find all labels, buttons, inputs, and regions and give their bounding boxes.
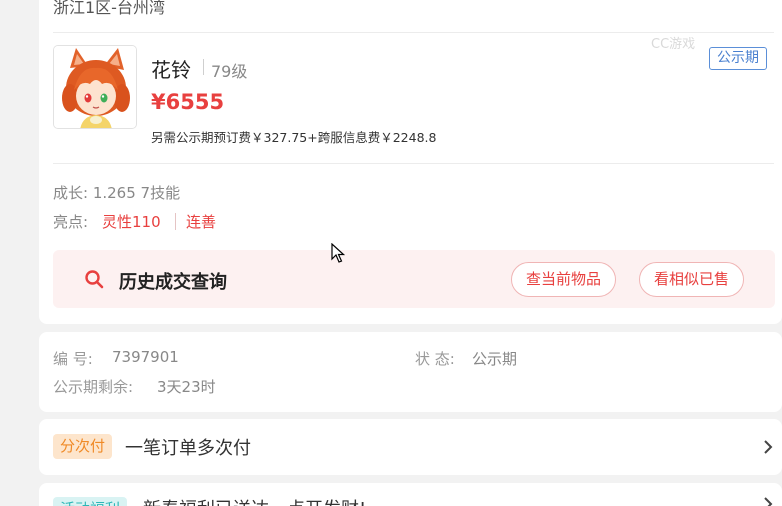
highlight-tag: 灵性110	[102, 213, 161, 231]
remaining-value: 3天23时	[157, 378, 216, 396]
character-level: 79级	[211, 62, 248, 81]
server-name: 浙江1区-台州湾	[53, 0, 165, 17]
character-avatar[interactable]	[53, 45, 137, 129]
price: ¥6555	[151, 90, 225, 114]
id-label: 编 号:	[53, 350, 93, 368]
extra-fees: 另需公示期预订费￥327.75+跨服信息费￥2248.8	[151, 130, 437, 145]
installment-text: 一笔订单多次付	[125, 438, 251, 459]
promo-row[interactable]: 活动福利 新春福利已送达，点开发财!	[39, 483, 782, 506]
highlights-label: 亮点:	[53, 213, 89, 231]
info-card: 编 号: 7397901 状 态: 公示期 公示期剩余: 3天23时	[39, 332, 782, 412]
avatar-illustration	[54, 46, 136, 128]
watermark: CC游戏	[651, 37, 696, 52]
status-label: 状 态:	[415, 350, 455, 368]
cursor-arrow-icon	[331, 243, 345, 263]
chevron-right-icon	[764, 440, 773, 454]
history-query-bar: 历史成交查询 查当前物品 看相似已售	[53, 250, 775, 308]
chevron-right-icon	[764, 497, 773, 506]
highlight-tag: 连善	[186, 213, 217, 231]
level-separator	[203, 59, 204, 75]
installment-row[interactable]: 分次付 一笔订单多次付	[39, 419, 782, 475]
view-similar-sold-button[interactable]: 看相似已售	[639, 262, 745, 297]
promo-tag: 活动福利	[53, 497, 128, 506]
view-current-items-button[interactable]: 查当前物品	[511, 262, 617, 297]
status-badge: 公示期	[709, 47, 767, 70]
id-value: 7397901	[112, 348, 179, 366]
character-name: 花铃	[151, 58, 191, 82]
search-icon	[85, 270, 104, 289]
promo-text: 新春福利已送达，点开发财!	[143, 495, 366, 506]
growth-skills: 成长: 1.265 7技能	[53, 184, 181, 202]
divider	[53, 163, 774, 164]
installment-tag: 分次付	[53, 434, 113, 459]
history-title: 历史成交查询	[119, 272, 227, 293]
status-value: 公示期	[472, 350, 518, 368]
listing-card: 浙江1区-台州湾 花铃 79级 ¥6555 另需公示期预订费￥327.75+跨服…	[39, 0, 782, 324]
highlight-separator	[175, 213, 176, 230]
remaining-label: 公示期剩余:	[53, 378, 134, 396]
